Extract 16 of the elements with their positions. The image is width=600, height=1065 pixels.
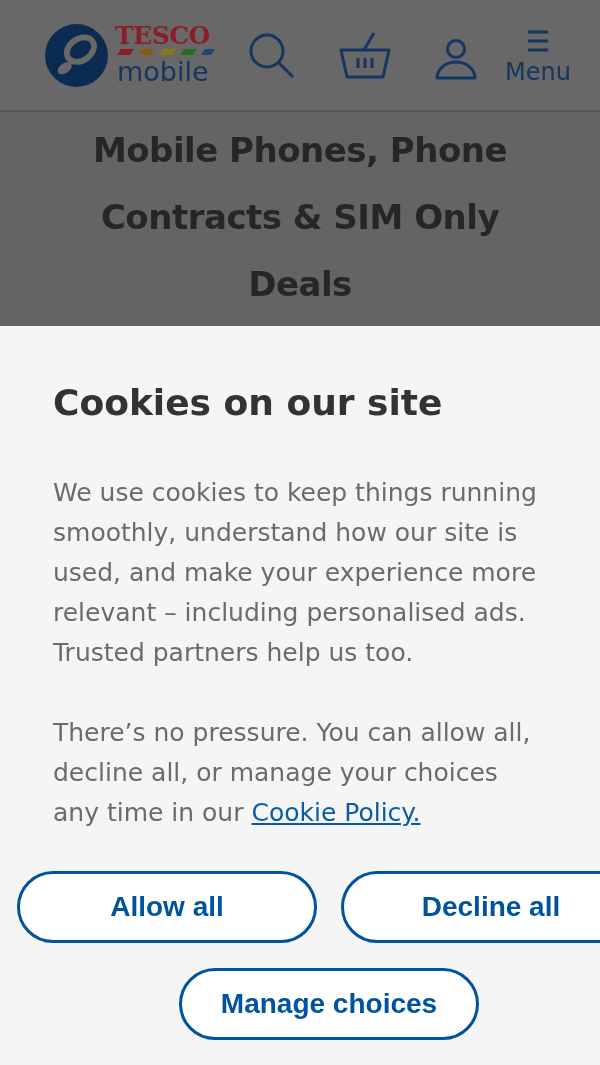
cookie-action-button[interactable]: Decline all <box>341 871 600 943</box>
cookie-title: Cookies on our site <box>52 381 444 425</box>
page-title: Mobile Phones, Phone Contracts & SIM Only Deals <box>91 129 509 306</box>
basket-icon[interactable] <box>339 31 391 79</box>
cookie-text: We use cookies to keep things running smoothly, understand how our site is used, and make your experience more relevant – including personalised ads. Trusted partners help us too. <box>53 477 538 669</box>
menu-icon <box>526 30 549 52</box>
search-icon[interactable] <box>248 31 295 79</box>
account-icon[interactable] <box>435 38 477 80</box>
cookie-policy-link[interactable]: Cookie Policy. <box>251 798 421 827</box>
logo-circle-icon <box>45 23 108 87</box>
brand-product: mobile <box>117 56 209 87</box>
brand-name: TESCO <box>115 23 210 48</box>
cookie-action-button[interactable]: Manage choices <box>179 968 479 1040</box>
stripes-icon <box>115 48 215 55</box>
cookie-text: There’s no pressure. You can allow all, decline all, or manage your choices any time in our Cookie Policy. <box>53 717 532 829</box>
cookie-action-button[interactable]: Allow all <box>17 871 317 943</box>
